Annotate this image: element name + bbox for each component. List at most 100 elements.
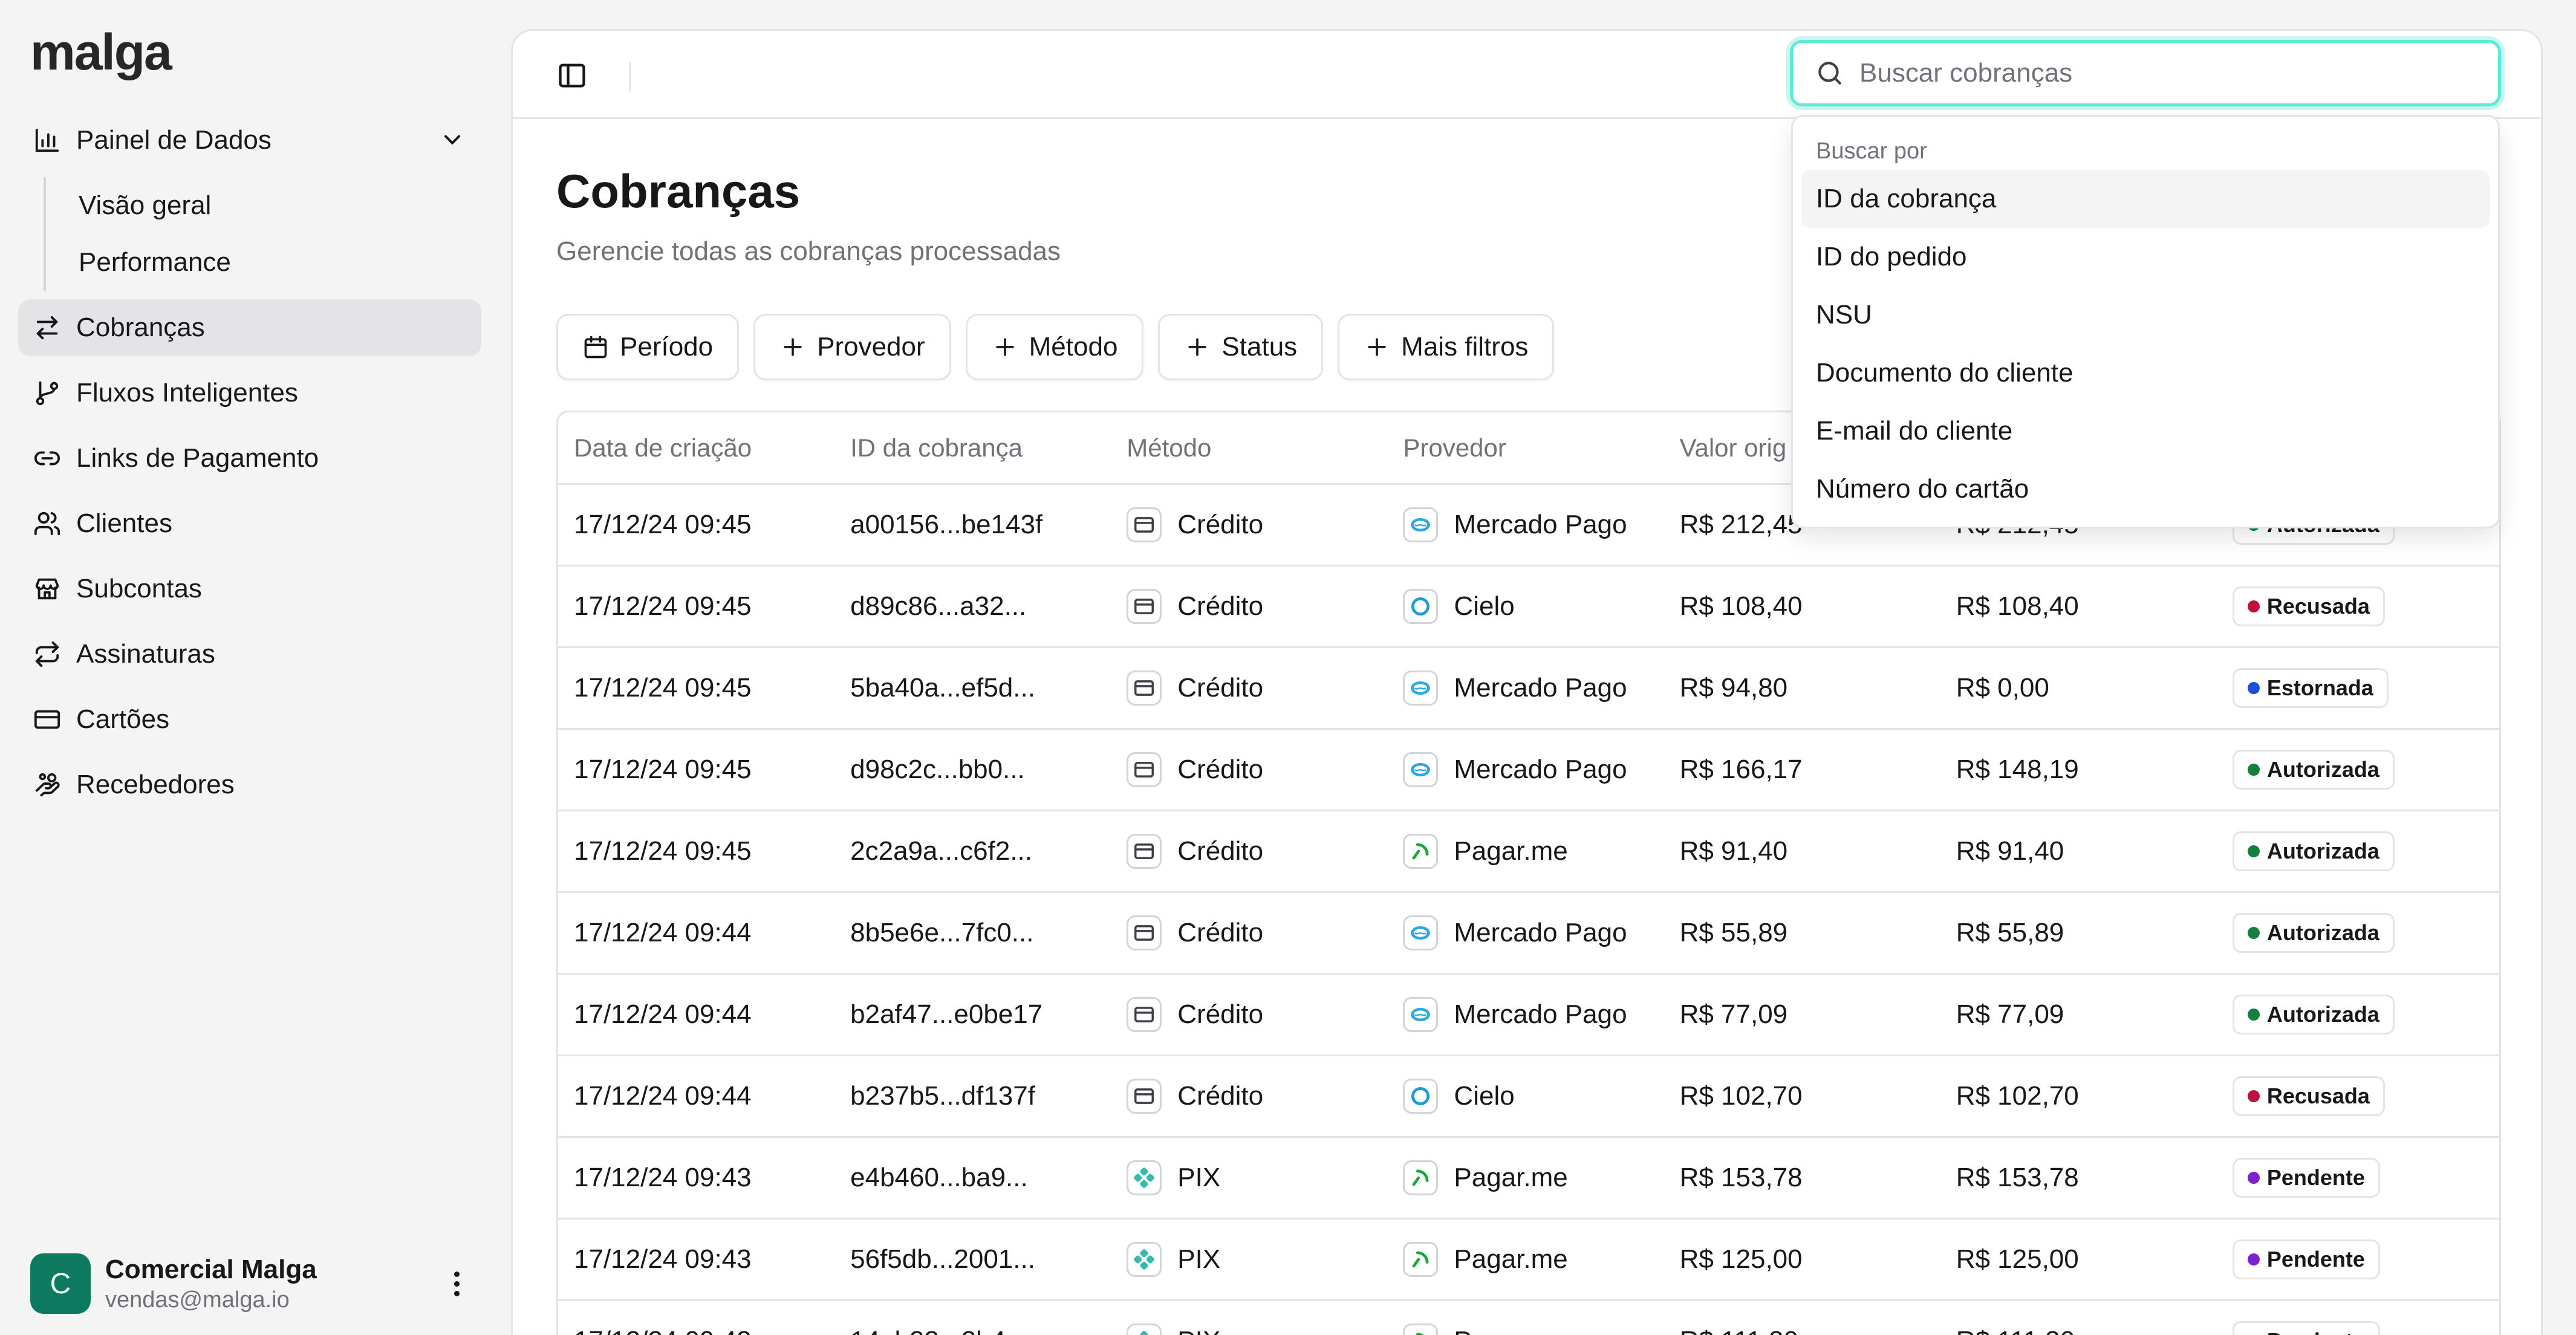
sidebar-item-clientes[interactable]: Clientes bbox=[18, 495, 481, 552]
cell-date: 17/12/24 09:43 bbox=[558, 1326, 834, 1335]
page-title: Cobranças bbox=[556, 164, 801, 218]
search-option-email[interactable]: E-mail do cliente bbox=[1801, 402, 2490, 460]
charges-table: Data de criação ID da cobrança Método Pr… bbox=[556, 411, 2501, 1335]
user-profile[interactable]: C Comercial Malga vendas@malga.io bbox=[30, 1250, 478, 1317]
cell-amount: R$ 0,00 bbox=[1956, 673, 2049, 703]
cell-charge-id[interactable]: 2c2a9a...c6f2... bbox=[834, 836, 1111, 866]
filter-metodo-button[interactable]: Método bbox=[965, 314, 1144, 380]
credit-card-icon bbox=[1127, 1079, 1162, 1114]
cell-charge-id[interactable]: 14eb33...2b4... bbox=[834, 1326, 1111, 1335]
search-icon bbox=[1818, 62, 1841, 85]
sidebar-nav: Painel de Dados Visão geral Performance … bbox=[18, 112, 481, 822]
status-badge: Recusada bbox=[2232, 1076, 2385, 1116]
search-option-id-pedido[interactable]: ID do pedido bbox=[1801, 228, 2490, 286]
provider-logo-icon bbox=[1403, 1242, 1439, 1277]
filter-mais-filtros-button[interactable]: Mais filtros bbox=[1338, 314, 1555, 380]
provider-logo-icon bbox=[1403, 1079, 1439, 1114]
cell-charge-id[interactable]: 8b5e6e...7fc0... bbox=[834, 918, 1111, 948]
status-badge: Pendente bbox=[2232, 1158, 2380, 1198]
cell-charge-id[interactable]: d98c2c...bb0... bbox=[834, 755, 1111, 785]
cell-date: 17/12/24 09:45 bbox=[574, 591, 752, 621]
more-vertical-icon[interactable] bbox=[441, 1268, 472, 1299]
search-input-wrapper[interactable] bbox=[1790, 40, 2501, 106]
sidebar-item-fluxos-inteligentes[interactable]: Fluxos Inteligentes bbox=[18, 365, 481, 421]
sidebar-item-label: Fluxos Inteligentes bbox=[76, 378, 298, 408]
sidebar-item-cartoes[interactable]: Cartões bbox=[18, 691, 481, 748]
cell-charge-id[interactable]: b237b5...df137f bbox=[834, 1081, 1111, 1111]
cell-charge-id[interactable]: 56f5db...2001... bbox=[834, 1244, 1111, 1275]
cell-original-amount: R$ 111,30 bbox=[1664, 1326, 1940, 1335]
cell-charge-id[interactable]: e4b460...ba9... bbox=[834, 1163, 1111, 1193]
search-option-nsu[interactable]: NSU bbox=[1801, 286, 2490, 344]
cell-provider: Mercado Pago bbox=[1387, 671, 1664, 706]
column-header[interactable]: Provedor bbox=[1387, 434, 1664, 463]
table-row[interactable]: 17/12/24 09:43 56f5db...2001... PIX Pagar.m… bbox=[558, 1220, 2499, 1301]
cell-charge-id[interactable]: b2af47...e0be17 bbox=[834, 999, 1111, 1030]
cell-provider: Pagar.me bbox=[1387, 1160, 1664, 1195]
cell-original-amount: R$ 166,17 bbox=[1679, 755, 1803, 784]
table-row[interactable]: 17/12/24 09:43 e4b460...ba9... PIX Pagar.me… bbox=[558, 1138, 2499, 1220]
sidebar-item-recebedores[interactable]: Recebedores bbox=[18, 756, 481, 813]
method-label: Crédito bbox=[1177, 999, 1264, 1029]
provider-label: Mercado Pago bbox=[1454, 673, 1627, 703]
provider-label: Cielo bbox=[1454, 1081, 1515, 1111]
column-header[interactable]: Data de criação bbox=[558, 434, 834, 463]
filter-periodo-button[interactable]: Período bbox=[556, 314, 740, 380]
table-row[interactable]: 17/12/24 09:45 2c2a9a...c6f2... Crédito Pag… bbox=[558, 811, 2499, 893]
sidebar-item-subcontas[interactable]: Subcontas bbox=[18, 560, 481, 617]
method-label: Crédito bbox=[1177, 1081, 1264, 1111]
method-label: Crédito bbox=[1177, 836, 1264, 866]
calendar-icon bbox=[584, 336, 607, 359]
cell-method: Crédito bbox=[1111, 834, 1387, 869]
table-row[interactable]: 17/12/24 09:45 d89c86...a32... Crédito Ciel… bbox=[558, 567, 2499, 648]
search-option-cartao[interactable]: Número do cartão bbox=[1801, 460, 2490, 518]
cell-method: PIX bbox=[1111, 1160, 1387, 1195]
sidebar-item-label: Clientes bbox=[76, 508, 172, 538]
cell-charge-id[interactable]: d89c86...a32... bbox=[834, 591, 1111, 622]
cell-charge-id[interactable]: 5ba40a...ef5d... bbox=[834, 673, 1111, 703]
cell-original-amount: R$ 94,80 bbox=[1679, 673, 1788, 703]
method-label: PIX bbox=[1177, 1326, 1220, 1335]
column-header[interactable]: Método bbox=[1111, 434, 1387, 463]
filter-provedor-button[interactable]: Provedor bbox=[753, 314, 951, 380]
search-input[interactable] bbox=[1859, 58, 2464, 88]
plus-icon bbox=[1188, 338, 1207, 356]
sidebar-subitem-performance[interactable]: Performance bbox=[79, 234, 481, 291]
table-row[interactable]: 17/12/24 09:45 5ba40a...ef5d... Crédito Mer… bbox=[558, 648, 2499, 730]
table-row[interactable]: 17/12/24 09:44 b2af47...e0be17 Crédito Merc… bbox=[558, 975, 2499, 1056]
cell-status: Estornada bbox=[2217, 668, 2499, 708]
cell-provider: Mercado Pago bbox=[1387, 507, 1664, 542]
sidebar-group-painel-de-dados[interactable]: Painel de Dados bbox=[18, 112, 481, 169]
sidebar-item-assinaturas[interactable]: Assinaturas bbox=[18, 626, 481, 683]
cell-provider: Mercado Pago bbox=[1387, 997, 1664, 1032]
sidebar-group-label: Painel de Dados bbox=[76, 125, 272, 155]
status-badge: Autorizada bbox=[2232, 995, 2395, 1035]
column-header[interactable]: ID da cobrança bbox=[834, 434, 1111, 463]
table-row[interactable]: 17/12/24 09:44 8b5e6e...7fc0... Crédito Mer… bbox=[558, 893, 2499, 975]
chevron-down-icon[interactable] bbox=[439, 126, 466, 153]
cell-amount: R$ 55,89 bbox=[1956, 918, 2064, 947]
link-icon bbox=[33, 444, 62, 473]
sidebar-item-label: Assinaturas bbox=[76, 639, 215, 669]
provider-label: Mercado Pago bbox=[1454, 999, 1627, 1029]
sidebar-subitem-visao-geral[interactable]: Visão geral bbox=[79, 177, 481, 234]
table-row[interactable]: 17/12/24 09:45 d98c2c...bb0... Crédito Merc… bbox=[558, 730, 2499, 811]
hand-coins-icon bbox=[33, 770, 62, 799]
provider-logo-icon bbox=[1403, 671, 1439, 706]
pix-icon bbox=[1127, 1160, 1162, 1195]
cell-charge-id[interactable]: a00156...be143f bbox=[834, 510, 1111, 540]
method-label: Crédito bbox=[1177, 918, 1264, 947]
provider-logo-icon bbox=[1403, 915, 1439, 950]
status-label: Recusada bbox=[2266, 594, 2370, 619]
search-option-id-cobranca[interactable]: ID da cobrança bbox=[1801, 170, 2490, 228]
status-label: Pendente bbox=[2267, 1328, 2365, 1335]
cell-provider: Cielo bbox=[1387, 589, 1664, 624]
sidebar-item-cobrancas[interactable]: Cobranças bbox=[18, 299, 481, 356]
sidebar-toggle-icon[interactable] bbox=[556, 60, 588, 91]
table-row[interactable]: 17/12/24 09:4314eb33...2b4... PIX Pagar.me… bbox=[558, 1301, 2499, 1335]
sidebar-item-links-de-pagamento[interactable]: Links de Pagamento bbox=[18, 430, 481, 487]
arrows-exchange-icon bbox=[33, 313, 62, 342]
filter-status-button[interactable]: Status bbox=[1158, 314, 1324, 380]
table-row[interactable]: 17/12/24 09:44 b237b5...df137f Crédito Ciel… bbox=[558, 1056, 2499, 1138]
search-option-documento[interactable]: Documento do cliente bbox=[1801, 344, 2490, 402]
